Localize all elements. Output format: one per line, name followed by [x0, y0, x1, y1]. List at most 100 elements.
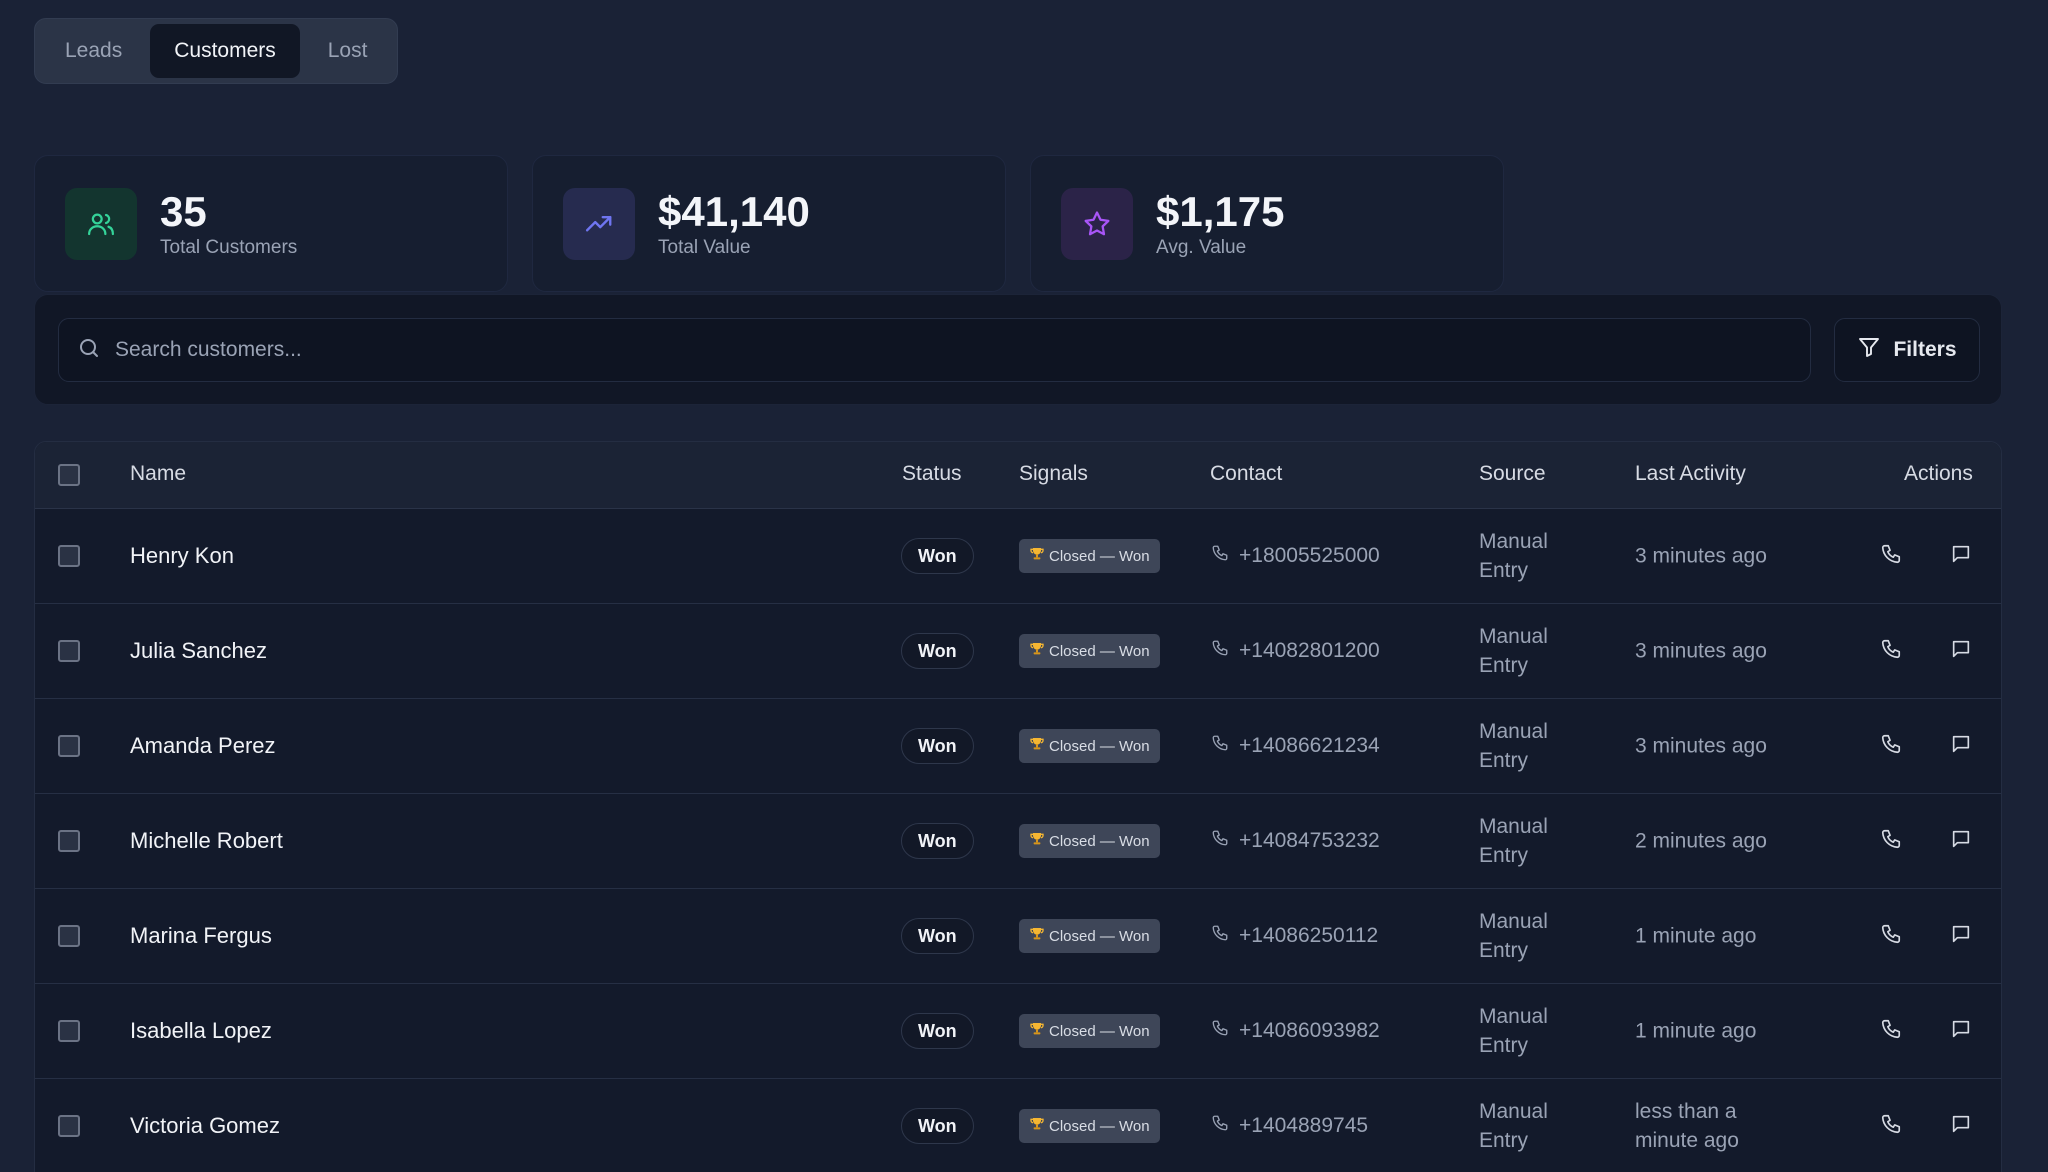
customers-table: Name Status Signals Contact Source Last … — [34, 441, 2002, 1172]
status-badge: Won — [901, 633, 974, 669]
message-button[interactable] — [1947, 827, 1975, 855]
row-checkbox[interactable] — [58, 545, 80, 567]
row-checkbox[interactable] — [58, 1020, 80, 1042]
source-text: Manual Entry — [1479, 1100, 1548, 1152]
call-button[interactable] — [1877, 732, 1905, 760]
header-signals[interactable]: Signals — [1019, 462, 1088, 486]
row-checkbox[interactable] — [58, 735, 80, 757]
signal-badge: Closed — Won — [1019, 729, 1160, 763]
signal-label: Closed — Won — [1049, 832, 1150, 850]
customer-name[interactable]: Marina Fergus — [130, 923, 272, 949]
trophy-icon — [1029, 926, 1045, 946]
phone-icon — [1880, 1113, 1902, 1140]
customer-name[interactable]: Michelle Robert — [130, 828, 283, 854]
table-row[interactable]: Amanda Perez Won Closed — Won +140866212… — [35, 699, 2001, 794]
header-last-activity[interactable]: Last Activity — [1635, 462, 1746, 486]
call-button[interactable] — [1877, 1112, 1905, 1140]
table-row[interactable]: Michelle Robert Won Closed — Won +140847… — [35, 794, 2001, 889]
table-row[interactable]: Victoria Gomez Won Closed — Won +1404889… — [35, 1079, 2001, 1172]
phone-icon — [1211, 829, 1229, 853]
last-activity-text: 3 minutes ago — [1635, 544, 1767, 568]
users-icon — [65, 187, 137, 260]
customer-name[interactable]: Isabella Lopez — [130, 1018, 272, 1044]
contact-phone[interactable]: +1404889745 — [1211, 1114, 1368, 1138]
tab-leads[interactable]: Leads — [41, 24, 146, 78]
customer-name[interactable]: Julia Sanchez — [130, 638, 267, 664]
message-button[interactable] — [1947, 732, 1975, 760]
header-status[interactable]: Status — [902, 462, 962, 486]
stat-card-total-customers: 35 Total Customers — [34, 155, 508, 292]
filters-button[interactable]: Filters — [1834, 318, 1980, 382]
select-all-checkbox[interactable] — [58, 464, 80, 486]
row-checkbox[interactable] — [58, 640, 80, 662]
contact-phone[interactable]: +14082801200 — [1211, 639, 1380, 663]
phone-number: +14086621234 — [1239, 734, 1380, 757]
search-panel: Filters — [34, 294, 2002, 405]
search-box — [58, 318, 1811, 382]
customer-name[interactable]: Amanda Perez — [130, 733, 276, 759]
phone-icon — [1211, 639, 1229, 663]
message-icon — [1950, 923, 1972, 950]
signal-badge: Closed — Won — [1019, 539, 1160, 573]
last-activity-text: less than a minute ago — [1635, 1100, 1739, 1152]
trophy-icon — [1029, 831, 1045, 851]
row-checkbox[interactable] — [58, 1115, 80, 1137]
table-row[interactable]: Marina Fergus Won Closed — Won +14086250… — [35, 889, 2001, 984]
call-button[interactable] — [1877, 1017, 1905, 1045]
message-icon — [1950, 543, 1972, 570]
phone-icon — [1211, 734, 1229, 758]
row-checkbox[interactable] — [58, 830, 80, 852]
search-icon — [77, 336, 101, 365]
contact-phone[interactable]: +14086093982 — [1211, 1019, 1380, 1043]
message-button[interactable] — [1947, 637, 1975, 665]
stat-value: $1,175 — [1156, 187, 1285, 235]
signal-badge: Closed — Won — [1019, 824, 1160, 858]
message-button[interactable] — [1947, 542, 1975, 570]
call-button[interactable] — [1877, 542, 1905, 570]
call-button[interactable] — [1877, 827, 1905, 855]
contact-phone[interactable]: +18005525000 — [1211, 544, 1380, 568]
tab-lost[interactable]: Lost — [304, 24, 392, 78]
signal-badge: Closed — Won — [1019, 919, 1160, 953]
call-button[interactable] — [1877, 922, 1905, 950]
customer-name[interactable]: Henry Kon — [130, 543, 234, 569]
tab-customers[interactable]: Customers — [150, 24, 300, 78]
row-checkbox[interactable] — [58, 925, 80, 947]
call-button[interactable] — [1877, 637, 1905, 665]
customers-page: Leads Customers Lost 35 Total Customers — [0, 0, 2048, 1172]
stat-card-total-value: $41,140 Total Value — [532, 155, 1006, 292]
phone-icon — [1211, 544, 1229, 568]
table-row[interactable]: Isabella Lopez Won Closed — Won +1408609… — [35, 984, 2001, 1079]
last-activity-text: 1 minute ago — [1635, 1019, 1757, 1043]
trophy-icon — [1029, 641, 1045, 661]
contact-phone[interactable]: +14086621234 — [1211, 734, 1380, 758]
contact-phone[interactable]: +14084753232 — [1211, 829, 1380, 853]
status-badge: Won — [901, 1013, 974, 1049]
trophy-icon — [1029, 736, 1045, 756]
source-text: Manual Entry — [1479, 625, 1548, 677]
header-name[interactable]: Name — [130, 462, 186, 486]
source-text: Manual Entry — [1479, 720, 1548, 772]
table-row[interactable]: Julia Sanchez Won Closed — Won +14082801… — [35, 604, 2001, 699]
stat-label: Total Customers — [160, 236, 298, 258]
message-button[interactable] — [1947, 922, 1975, 950]
signal-label: Closed — Won — [1049, 1022, 1150, 1040]
trophy-icon — [1029, 1021, 1045, 1041]
message-icon — [1950, 828, 1972, 855]
last-activity-text: 2 minutes ago — [1635, 829, 1767, 853]
trending-up-icon — [563, 187, 635, 260]
header-contact[interactable]: Contact — [1210, 462, 1282, 486]
last-activity-text: 1 minute ago — [1635, 924, 1757, 948]
star-icon — [1061, 187, 1133, 260]
message-icon — [1950, 733, 1972, 760]
customer-name[interactable]: Victoria Gomez — [130, 1113, 280, 1139]
phone-icon — [1880, 733, 1902, 760]
message-button[interactable] — [1947, 1112, 1975, 1140]
status-badge: Won — [901, 823, 974, 859]
table-row[interactable]: Henry Kon Won Closed — Won +18005525000 … — [35, 509, 2001, 604]
search-input[interactable] — [115, 338, 1715, 362]
message-button[interactable] — [1947, 1017, 1975, 1045]
contact-phone[interactable]: +14086250112 — [1211, 924, 1378, 948]
signal-badge: Closed — Won — [1019, 634, 1160, 668]
header-source[interactable]: Source — [1479, 462, 1546, 486]
